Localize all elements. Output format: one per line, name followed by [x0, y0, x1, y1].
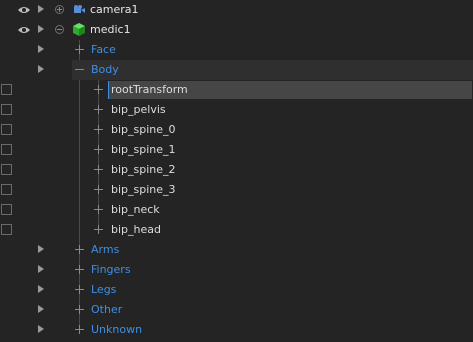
tree-row-bone[interactable]: rootTransform: [0, 80, 473, 100]
group-label: Fingers: [91, 263, 131, 276]
tree-row-bone[interactable]: bip_neck: [0, 200, 473, 220]
expand-toggle-icon[interactable]: [55, 5, 64, 14]
tree-row-fingers[interactable]: Fingers: [0, 260, 473, 280]
expand-toggle-icon[interactable]: [94, 205, 103, 214]
expand-toggle-icon[interactable]: [94, 185, 103, 194]
group-label: Arms: [91, 243, 120, 256]
play-arrow-icon[interactable]: [38, 65, 44, 73]
tree-row-arms[interactable]: Arms: [0, 240, 473, 260]
tree-row-face[interactable]: Face: [0, 40, 473, 60]
row-highlight: [72, 60, 473, 80]
outliner-tree: camera1 medic1 Face Body rootTransform b…: [0, 0, 473, 342]
tree-row-bone[interactable]: bip_spine_2: [0, 160, 473, 180]
tree-row-legs[interactable]: Legs: [0, 280, 473, 300]
bone-checkbox[interactable]: [1, 164, 12, 175]
group-label: Legs: [91, 283, 117, 296]
tree-row-bone[interactable]: bip_spine_3: [0, 180, 473, 200]
play-arrow-icon[interactable]: [38, 265, 44, 273]
bone-label: bip_pelvis: [111, 103, 166, 116]
expand-toggle-icon[interactable]: [75, 305, 84, 314]
expand-toggle-icon[interactable]: [94, 225, 103, 234]
bone-label: rootTransform: [111, 83, 188, 96]
expand-toggle-icon[interactable]: [75, 285, 84, 294]
play-arrow-icon[interactable]: [38, 285, 44, 293]
eye-icon[interactable]: [18, 5, 30, 15]
tree-row-unknown[interactable]: Unknown: [0, 320, 473, 340]
expand-toggle-icon[interactable]: [75, 45, 84, 54]
tree-row-other[interactable]: Other: [0, 300, 473, 320]
play-arrow-icon[interactable]: [38, 25, 44, 33]
expand-toggle-icon[interactable]: [75, 325, 84, 334]
expand-toggle-icon[interactable]: [94, 145, 103, 154]
expand-toggle-icon[interactable]: [94, 165, 103, 174]
camera-icon: [74, 5, 85, 13]
collapse-toggle-icon[interactable]: [55, 25, 64, 34]
play-arrow-icon[interactable]: [38, 45, 44, 53]
bone-label: bip_spine_1: [111, 143, 176, 156]
group-label: Body: [91, 63, 119, 76]
play-arrow-icon[interactable]: [38, 305, 44, 313]
tree-row-camera1[interactable]: camera1: [0, 0, 473, 20]
play-arrow-icon[interactable]: [38, 325, 44, 333]
bone-label: bip_neck: [111, 203, 160, 216]
expand-toggle-icon[interactable]: [94, 125, 103, 134]
bone-checkbox[interactable]: [1, 124, 12, 135]
group-label: Face: [91, 43, 116, 56]
cube-icon: [73, 23, 85, 36]
collapse-toggle-icon[interactable]: [75, 65, 84, 74]
bone-checkbox[interactable]: [1, 224, 12, 235]
tree-row-bone[interactable]: bip_pelvis: [0, 100, 473, 120]
group-label: Unknown: [91, 323, 143, 336]
expand-toggle-icon[interactable]: [75, 265, 84, 274]
tree-row-medic1[interactable]: medic1: [0, 20, 473, 40]
node-label: camera1: [90, 3, 139, 16]
bone-label: bip_spine_3: [111, 183, 176, 196]
bone-checkbox[interactable]: [1, 184, 12, 195]
play-arrow-icon[interactable]: [38, 5, 44, 13]
expand-toggle-icon[interactable]: [75, 245, 84, 254]
bone-checkbox[interactable]: [1, 84, 12, 95]
bone-checkbox[interactable]: [1, 104, 12, 115]
bone-label: bip_spine_2: [111, 163, 176, 176]
expand-toggle-icon[interactable]: [94, 85, 103, 94]
bone-checkbox[interactable]: [1, 144, 12, 155]
bone-checkbox[interactable]: [1, 204, 12, 215]
eye-icon[interactable]: [18, 25, 30, 35]
tree-row-body[interactable]: Body: [0, 60, 473, 80]
bone-label: bip_spine_0: [111, 123, 176, 136]
node-label: medic1: [90, 23, 131, 36]
play-arrow-icon[interactable]: [38, 245, 44, 253]
bone-label: bip_head: [111, 223, 161, 236]
group-label: Other: [91, 303, 123, 316]
tree-row-bone[interactable]: bip_spine_0: [0, 120, 473, 140]
tree-row-bone[interactable]: bip_spine_1: [0, 140, 473, 160]
tree-row-bone[interactable]: bip_head: [0, 220, 473, 240]
expand-toggle-icon[interactable]: [94, 105, 103, 114]
